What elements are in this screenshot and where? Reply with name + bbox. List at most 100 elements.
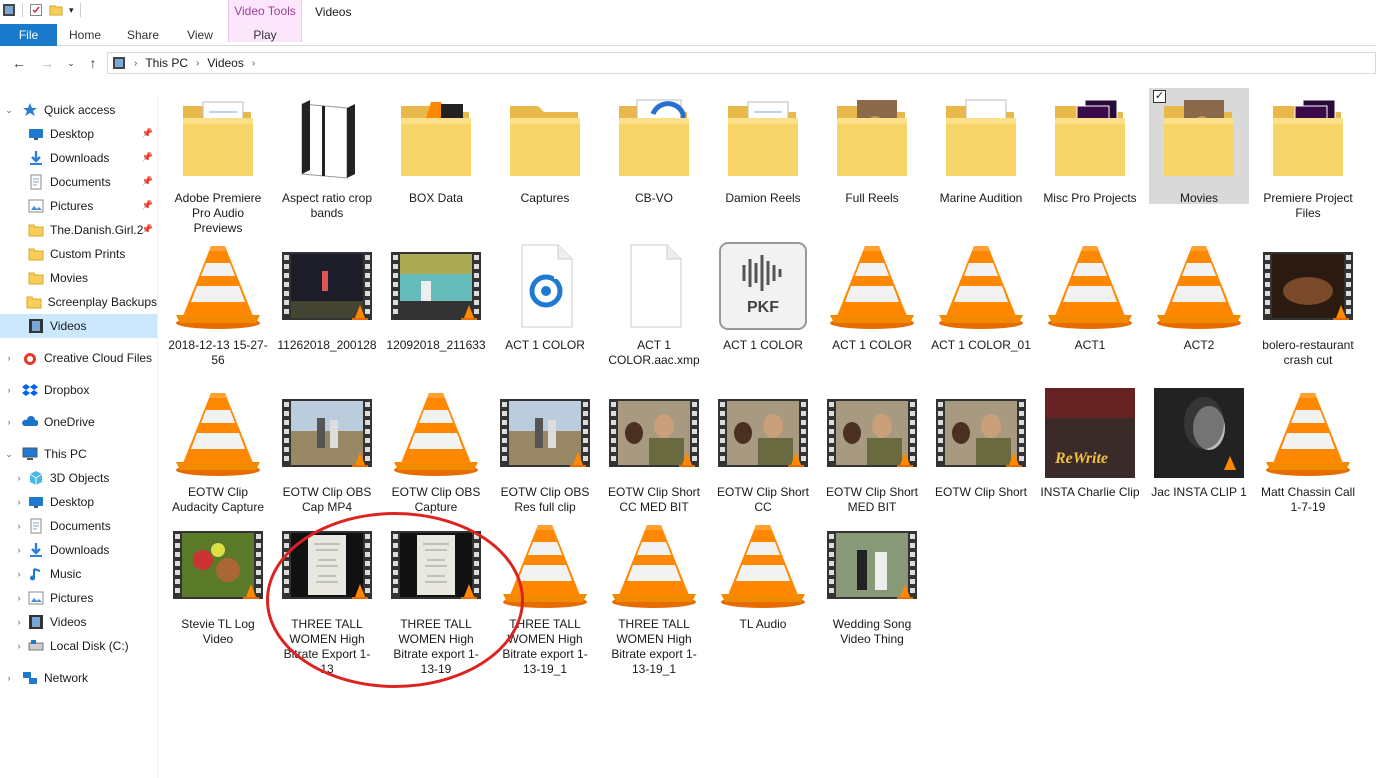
file-item[interactable]: 2018-12-13 15-27-56 [168, 235, 268, 375]
file-item[interactable]: Marine Audition [931, 88, 1031, 228]
sidebar-item-label: The.Danish.Girl.2 [50, 223, 144, 237]
file-item[interactable]: PKF ACT 1 COLOR [713, 235, 813, 375]
file-item[interactable]: bolero-restaurant crash cut [1258, 235, 1358, 375]
sidebar-item[interactable]: ⌄ This PC [0, 442, 157, 466]
collapsed-chevron-icon[interactable]: › [14, 593, 24, 603]
customize-toolbar-icon[interactable]: ▾ [69, 5, 74, 16]
sidebar-item[interactable]: › Creative Cloud Files [0, 346, 157, 370]
file-item[interactable]: ReWrite INSTA Charlie Clip [1040, 382, 1140, 522]
breadcrumb-chevron-icon[interactable]: › [196, 58, 199, 69]
up-arrow-icon[interactable]: ↑ [84, 54, 102, 72]
file-item[interactable]: ACT 1 COLOR_01 [931, 235, 1031, 375]
breadcrumb-chevron-icon[interactable]: › [134, 58, 137, 69]
tab-home[interactable]: Home [57, 24, 113, 46]
collapsed-chevron-icon[interactable]: › [4, 385, 14, 395]
recent-locations-icon[interactable]: ⌄ [62, 54, 80, 72]
tab-file[interactable]: File [0, 24, 57, 46]
sidebar-item[interactable]: Custom Prints [0, 242, 157, 266]
file-item[interactable]: Matt Chassin Call 1-7-19 [1258, 382, 1358, 522]
sidebar-item[interactable]: Movies [0, 266, 157, 290]
expanded-chevron-icon[interactable]: ⌄ [4, 105, 14, 116]
address-bar[interactable]: › This PC › Videos › [107, 52, 1376, 74]
sidebar-item[interactable]: Downloads 📌 [0, 146, 157, 170]
file-item[interactable]: 11262018_200128 [277, 235, 377, 375]
collapsed-chevron-icon[interactable]: › [14, 473, 24, 483]
breadcrumb-this-pc[interactable]: This PC [145, 56, 188, 70]
file-item[interactable]: ACT1 [1040, 235, 1140, 375]
breadcrumb-chevron-icon[interactable]: › [252, 58, 255, 69]
sidebar-item[interactable]: › Desktop [0, 490, 157, 514]
tab-view[interactable]: View [173, 24, 227, 46]
sidebar-item[interactable]: › OneDrive [0, 410, 157, 434]
file-item[interactable]: 12092018_211633 [386, 235, 486, 375]
breadcrumb-videos[interactable]: Videos [207, 56, 243, 70]
sidebar-item[interactable]: › 3D Objects [0, 466, 157, 490]
sidebar-item[interactable]: › Videos [0, 610, 157, 634]
collapsed-chevron-icon[interactable]: › [14, 497, 24, 507]
file-item[interactable]: BOX Data [386, 88, 486, 228]
tab-share[interactable]: Share [113, 24, 173, 46]
sidebar-item[interactable]: › Documents [0, 514, 157, 538]
forward-arrow-icon[interactable]: → [38, 54, 56, 72]
expanded-chevron-icon[interactable]: ⌄ [4, 449, 14, 460]
collapsed-chevron-icon[interactable]: › [4, 353, 14, 363]
file-item[interactable]: Full Reels [822, 88, 922, 228]
collapsed-chevron-icon[interactable]: › [4, 673, 14, 683]
file-item[interactable]: TL Audio [713, 514, 813, 654]
sidebar-item[interactable]: › Local Disk (C:) [0, 634, 157, 658]
file-item[interactable]: PrPROJ Misc Pro Projects [1040, 88, 1140, 228]
file-item[interactable]: Captures [495, 88, 595, 228]
file-item[interactable]: EOTW Clip Short CC [713, 382, 813, 522]
file-item[interactable]: EOTW Clip Short [931, 382, 1031, 522]
sidebar-item[interactable]: › Pictures [0, 586, 157, 610]
file-item[interactable]: EOTW Clip OBS Capture [386, 382, 486, 522]
collapsed-chevron-icon[interactable]: › [14, 617, 24, 627]
sidebar-item[interactable]: › Network [0, 666, 157, 690]
file-item[interactable]: PrPROJ Premiere Project Files [1258, 88, 1358, 228]
onedrive-icon [22, 414, 38, 430]
file-item[interactable]: ACT 1 COLOR.aac.xmp [604, 235, 704, 375]
file-item[interactable]: ✓ Movies [1149, 88, 1249, 205]
sidebar-item[interactable]: › Downloads [0, 538, 157, 562]
sidebar-item[interactable]: The.Danish.Girl.2 📌 [0, 218, 157, 242]
file-item[interactable]: Aspect ratio crop bands [277, 88, 377, 228]
collapsed-chevron-icon[interactable]: › [14, 521, 24, 531]
sidebar-item[interactable]: ⌄ Quick access [0, 98, 157, 122]
properties-icon[interactable] [29, 3, 43, 17]
desktop-icon [28, 126, 44, 142]
collapsed-chevron-icon[interactable]: › [14, 641, 24, 651]
file-item[interactable]: EOTW Clip Short MED BIT [822, 382, 922, 522]
sidebar-item-label: OneDrive [44, 415, 95, 429]
tab-play[interactable]: Play [228, 24, 302, 46]
file-item[interactable]: CB-VO [604, 88, 704, 228]
sidebar-item[interactable]: Screenplay Backups [0, 290, 157, 314]
file-item[interactable]: Wedding Song Video Thing [822, 514, 922, 654]
back-arrow-icon[interactable]: ← [10, 54, 28, 72]
sidebar-item[interactable]: Videos [0, 314, 157, 338]
sidebar-item-label: Screenplay Backups [47, 295, 157, 309]
file-item[interactable]: ACT 1 COLOR [822, 235, 922, 375]
file-name: TL Audio [739, 617, 787, 631]
new-folder-icon[interactable] [49, 3, 63, 17]
file-item[interactable]: ACT2 [1149, 235, 1249, 375]
title-bar: ▾ Video Tools Videos [0, 0, 1376, 42]
sidebar-item[interactable]: Pictures 📌 [0, 194, 157, 218]
file-item[interactable]: Adobe Premiere Pro Audio Previews [168, 88, 268, 235]
selection-checkbox[interactable]: ✓ [1153, 90, 1166, 103]
file-item[interactable]: ACT 1 COLOR [495, 235, 595, 375]
file-item[interactable]: EOTW Clip OBS Res full clip [495, 382, 595, 522]
file-item[interactable]: Stevie TL Log Video [168, 514, 268, 654]
file-item[interactable]: EOTW Clip Short CC MED BIT [604, 382, 704, 522]
sidebar-item[interactable]: › Music [0, 562, 157, 586]
file-item[interactable]: Damion Reels [713, 88, 813, 228]
file-item[interactable]: EOTW Clip OBS Cap MP4 [277, 382, 377, 522]
collapsed-chevron-icon[interactable]: › [14, 569, 24, 579]
collapsed-chevron-icon[interactable]: › [14, 545, 24, 555]
file-item[interactable]: Jac INSTA CLIP 1 [1149, 382, 1249, 522]
file-item[interactable]: THREE TALL WOMEN High Bitrate export 1-1… [604, 514, 704, 676]
collapsed-chevron-icon[interactable]: › [4, 417, 14, 427]
sidebar-item[interactable]: Documents 📌 [0, 170, 157, 194]
file-item[interactable]: EOTW Clip Audacity Capture [168, 382, 268, 522]
sidebar-item[interactable]: Desktop 📌 [0, 122, 157, 146]
sidebar-item[interactable]: › Dropbox [0, 378, 157, 402]
